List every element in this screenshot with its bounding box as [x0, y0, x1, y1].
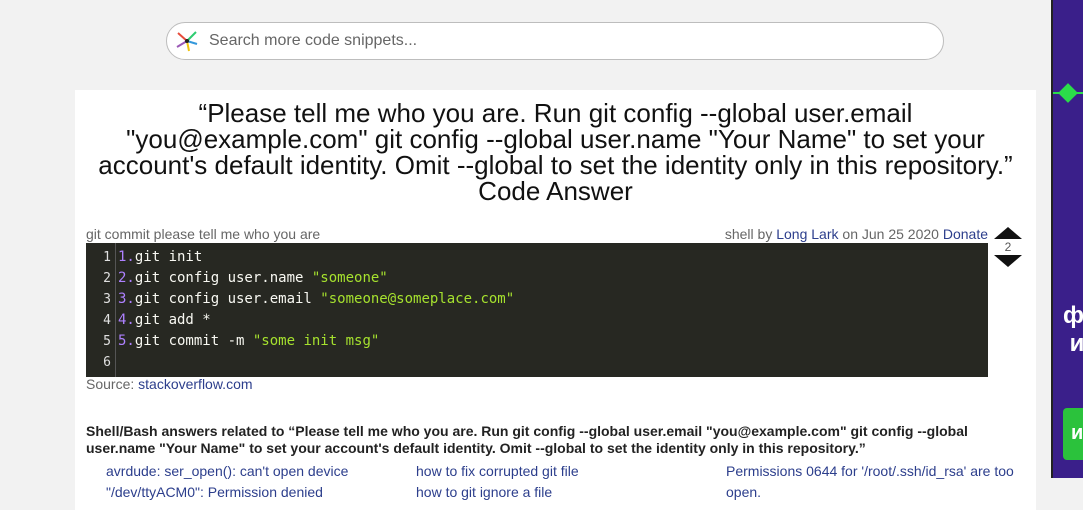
snippet-date: Jun 25 2020 — [861, 226, 939, 242]
code-text: git config user.email — [134, 291, 321, 307]
code-string: "someone@someplace.com" — [320, 291, 515, 307]
top-link-strip — [0, 0, 1050, 2]
code-string: "someone" — [311, 270, 388, 286]
related-answers-title: Shell/Bash answers related to “Please te… — [86, 423, 968, 456]
grepper-logo-icon — [176, 31, 198, 52]
code-lines: 1.git init 2.git config user.name "someo… — [118, 247, 514, 373]
code-text: git commit -m — [134, 333, 253, 349]
search-bar[interactable] — [166, 22, 944, 60]
related-link[interactable]: Permissions 0644 for '/root/.ssh/id_rsa'… — [726, 461, 1026, 503]
related-link[interactable]: how to git ignore a file — [416, 482, 716, 503]
code-line-prefix: 5. — [118, 333, 135, 349]
downvote-arrow-icon[interactable] — [994, 255, 1022, 267]
related-column: how to fix corrupted git file how to git… — [416, 461, 716, 503]
code-text: git add * — [134, 312, 211, 328]
line-number: 2 — [103, 271, 111, 286]
ad-button[interactable]: и — [1063, 408, 1083, 460]
code-line: 2.git config user.name "someone" — [118, 268, 514, 289]
line-number: 6 — [103, 355, 111, 370]
snippet-language: shell — [724, 226, 754, 242]
answer-card: “Please tell me who you are. Run git con… — [75, 90, 1036, 510]
line-number-gutter: 1 2 3 4 5 6 — [86, 243, 116, 377]
on-text: on — [842, 226, 858, 242]
code-line-prefix: 1. — [118, 249, 135, 265]
code-line: 4.git add * — [118, 310, 514, 331]
vote-count: 2 — [1004, 240, 1012, 254]
ad-diamond-icon — [1058, 83, 1078, 103]
line-number: 5 — [103, 334, 111, 349]
code-line: 5.git commit -m "some init msg" — [118, 331, 514, 352]
line-number: 3 — [103, 292, 111, 307]
search-input[interactable] — [207, 31, 911, 51]
code-text: git config user.name — [134, 270, 312, 286]
author-link[interactable]: Long Lark — [776, 226, 838, 242]
code-line: 3.git config user.email "someone@somepla… — [118, 289, 514, 310]
ad-text: ф и — [1063, 302, 1083, 357]
snippet-header: git commit please tell me who you are sh… — [86, 226, 988, 242]
source-label: Source: — [86, 376, 135, 392]
code-line-prefix: 4. — [118, 312, 135, 328]
line-number: 1 — [103, 250, 111, 265]
related-column: Permissions 0644 for '/root/.ssh/id_rsa'… — [726, 461, 1026, 503]
vote-widget: 2 — [993, 227, 1023, 269]
code-line-prefix: 2. — [118, 270, 135, 286]
code-block[interactable]: 1 2 3 4 5 6 1.git init 2.git config user… — [86, 243, 988, 377]
line-number: 4 — [103, 313, 111, 328]
source-link[interactable]: stackoverflow.com — [138, 376, 252, 392]
upvote-arrow-icon[interactable] — [994, 227, 1022, 239]
snippet-meta: shell by Long Lark on Jun 25 2020 Donate — [725, 226, 988, 242]
code-string: "some init msg" — [252, 333, 380, 349]
code-line: 1.git init — [118, 247, 514, 268]
source-line: Source: stackoverflow.com — [86, 376, 253, 392]
code-text: git init — [134, 249, 203, 265]
ad-button-label: и — [1071, 422, 1083, 444]
code-line-prefix: 3. — [118, 291, 135, 307]
by-text: by — [757, 226, 773, 242]
donate-link[interactable]: Donate — [943, 226, 988, 242]
related-column: avrdude: ser_open(): can't open device "… — [106, 461, 406, 503]
related-link[interactable]: avrdude: ser_open(): can't open device "… — [106, 461, 406, 503]
side-ad-banner[interactable]: ф и и — [1051, 0, 1083, 478]
page-title: “Please tell me who you are. Run git con… — [98, 98, 1013, 206]
related-link[interactable]: how to fix corrupted git file — [416, 461, 716, 482]
snippet-label: git commit please tell me who you are — [86, 226, 321, 242]
